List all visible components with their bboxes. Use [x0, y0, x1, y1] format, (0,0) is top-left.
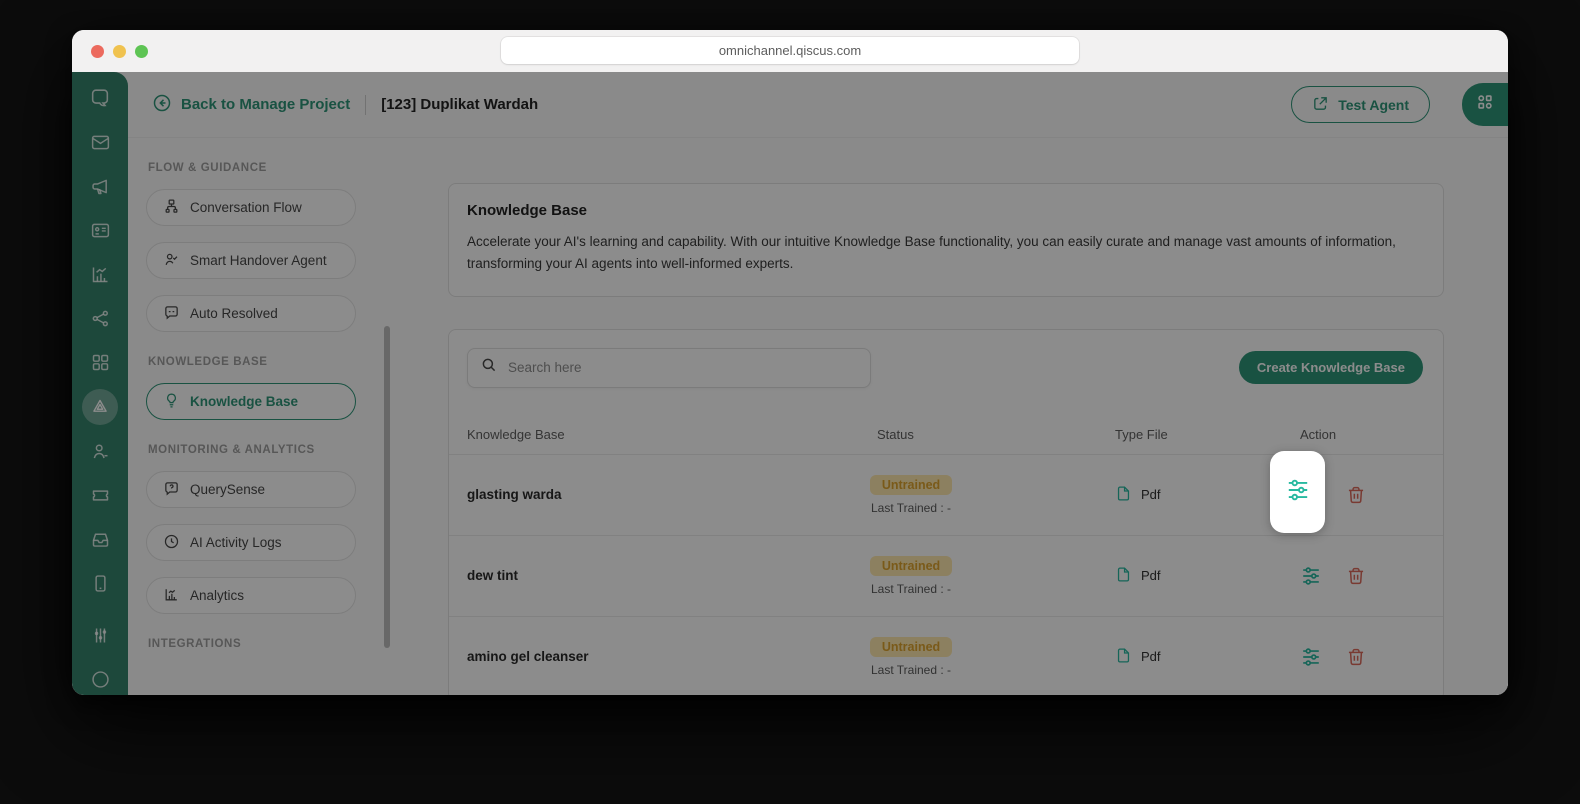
url-text: omnichannel.qiscus.com [719, 43, 861, 58]
screenshot-stage: omnichannel.qiscus.com [0, 0, 1580, 804]
minimize-window-button[interactable] [113, 45, 126, 58]
tutorial-dim-overlay [72, 72, 1508, 695]
traffic-lights [91, 45, 148, 58]
spotlight-settings-sliders-button[interactable] [1270, 451, 1325, 533]
browser-window: omnichannel.qiscus.com [72, 30, 1508, 695]
sliders-horizontal-icon [1285, 477, 1311, 508]
address-bar[interactable]: omnichannel.qiscus.com [501, 37, 1079, 64]
browser-chrome: omnichannel.qiscus.com [72, 30, 1508, 72]
zoom-window-button[interactable] [135, 45, 148, 58]
close-window-button[interactable] [91, 45, 104, 58]
